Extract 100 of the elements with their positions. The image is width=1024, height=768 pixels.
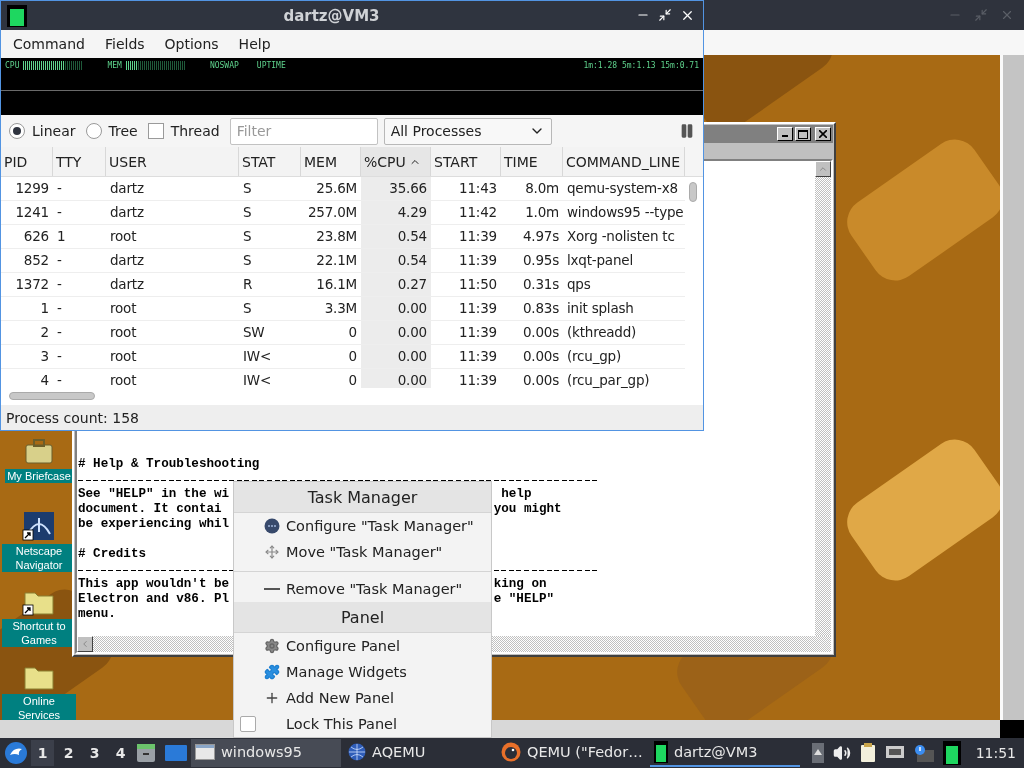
table-cell-text: windows95 --type [566, 203, 685, 222]
checkbox[interactable] [240, 716, 256, 732]
table-cell-text: dartz [109, 275, 145, 294]
text-line: menu. [78, 607, 116, 622]
table-cell-text: 4.97s [521, 227, 560, 246]
horizontal-scrollbar[interactable] [1, 388, 703, 405]
table-cell-text: - [56, 299, 63, 318]
minimize-button[interactable] [777, 127, 793, 141]
volume-icon[interactable] [832, 744, 851, 762]
text-line: e "HELP" [493, 592, 555, 607]
task-button[interactable]: AQEMU [344, 739, 494, 767]
table-cell-text: (rcu_gp) [566, 347, 623, 366]
start-menu-icon[interactable] [4, 741, 28, 765]
table-cell-text: 626 [22, 227, 50, 246]
column-header[interactable]: START [431, 147, 501, 176]
table-cell-text: 257.0M [306, 203, 358, 222]
table-cell: 0.54 [361, 249, 431, 272]
menu-item[interactable]: Help [228, 33, 281, 55]
task-button[interactable]: dartz@VM3 [650, 739, 800, 767]
maximize-button[interactable] [795, 127, 811, 141]
task-button[interactable]: windows95 [191, 739, 341, 767]
table-cell-text: 852 [22, 251, 50, 270]
scroll-thumb[interactable] [9, 392, 95, 400]
table-cell: 0.00 [361, 369, 431, 388]
menu-item[interactable]: Add New Panel [234, 685, 491, 711]
menu-item[interactable]: Command [3, 33, 95, 55]
radio-circle[interactable] [85, 123, 102, 139]
desktop-switch[interactable]: 1 [31, 740, 54, 766]
desktop-icon-label[interactable]: My Briefcase [5, 469, 73, 483]
menu-item[interactable]: Remove "Task Manager" [234, 576, 491, 602]
thread-checkbox[interactable]: Thread [147, 123, 224, 139]
restore-icon[interactable] [658, 8, 672, 22]
table-cell: 35.66 [361, 177, 431, 200]
status-bar: Process count: 158 [1, 405, 703, 430]
radio-button[interactable]: Linear [9, 123, 80, 139]
menu-item[interactable]: Configure Panel [234, 633, 491, 659]
process-dropdown[interactable]: All Processes [383, 117, 552, 145]
menu-item[interactable]: Move "Task Manager" [234, 539, 491, 565]
desktop-switch[interactable]: 3 [83, 740, 106, 766]
table-cell-text: root [109, 347, 138, 366]
close-button[interactable] [815, 127, 831, 141]
filter-field[interactable]: Filter [229, 117, 378, 145]
window-title: dartz@VM3 [282, 6, 381, 25]
scroll-thumb[interactable] [689, 182, 697, 202]
task-button[interactable]: QEMU ("Fedor… [497, 739, 647, 767]
table-cell-text: 0 [347, 347, 358, 366]
scroll-left-button[interactable] [77, 636, 93, 652]
checkbox[interactable] [147, 123, 164, 139]
notification-icon[interactable] [913, 744, 934, 762]
table-cell-text: 11:39 [458, 347, 498, 366]
table-cell: 0.00 [361, 297, 431, 320]
menu-item[interactable]: Fields [94, 33, 155, 55]
menu-item[interactable]: Lock This Panel [234, 711, 491, 737]
scrollbar[interactable] [1000, 55, 1024, 720]
table-cell-text: - [56, 323, 63, 342]
close-icon [819, 130, 827, 138]
scroll-up-button[interactable] [815, 161, 831, 177]
table-cell-text: (rcu_par_gp) [566, 371, 651, 388]
table-cell-text: qemu-system-x8 [566, 179, 679, 198]
menu-item[interactable]: Configure "Task Manager" [234, 513, 491, 539]
column-header[interactable]: TIME [501, 147, 563, 176]
radio-circle[interactable] [9, 123, 25, 139]
table-cell-text: 11:50 [458, 275, 498, 294]
table-cell-text: 11:39 [458, 371, 498, 388]
table-cell-text: 0.00s [521, 323, 560, 342]
menu-section-header: Panel [234, 602, 491, 633]
table-cell-text: S [242, 179, 253, 198]
radio-button[interactable]: Tree [85, 123, 142, 139]
desktop-switch[interactable]: 4 [109, 740, 132, 766]
close-icon[interactable] [680, 8, 695, 23]
clipboard-icon[interactable] [859, 743, 876, 763]
table-cell-text: dartz [109, 179, 145, 198]
desktop-switch[interactable]: 2 [57, 740, 80, 766]
clock[interactable]: 11:51 [975, 745, 1020, 761]
file-cabinet-icon[interactable] [135, 742, 157, 764]
table-cell-text: SW [242, 323, 266, 342]
bird-icon [501, 742, 521, 762]
menu-item[interactable]: Manage Widgets [234, 659, 491, 685]
table-cell-text: 4 [39, 371, 50, 388]
menu-item[interactable]: Options [154, 33, 229, 55]
load-average: 1m:1.28 5m:1.13 15m:0.71 [583, 61, 699, 70]
desktop-icon-label[interactable]: Online Services [2, 694, 76, 720]
graph-label: UPTIME [256, 61, 286, 70]
terminal-icon[interactable] [942, 741, 961, 765]
column-header[interactable]: COMMAND_LINE [563, 147, 685, 176]
ship-wheel-icon[interactable] [22, 510, 56, 542]
app-icon [7, 4, 27, 27]
table-cell-text: 0.31s [521, 275, 560, 294]
menu-section-header: Task Manager [234, 482, 491, 513]
table-cell-text: 1 [56, 227, 67, 246]
table-cell-text: 0.83s [521, 299, 560, 318]
table-cell-text: 3.3M [323, 299, 358, 318]
graph-label: NOSWAP [209, 61, 239, 70]
desktop-icon[interactable] [164, 743, 188, 763]
column-header[interactable]: TTY [53, 147, 106, 176]
column-header[interactable]: STAT [239, 147, 301, 176]
table-cell-text: 11:39 [458, 227, 498, 246]
pause-icon[interactable] [679, 123, 695, 139]
column-header[interactable]: %CPU [361, 147, 431, 176]
vertical-scrollbar[interactable] [815, 161, 831, 636]
